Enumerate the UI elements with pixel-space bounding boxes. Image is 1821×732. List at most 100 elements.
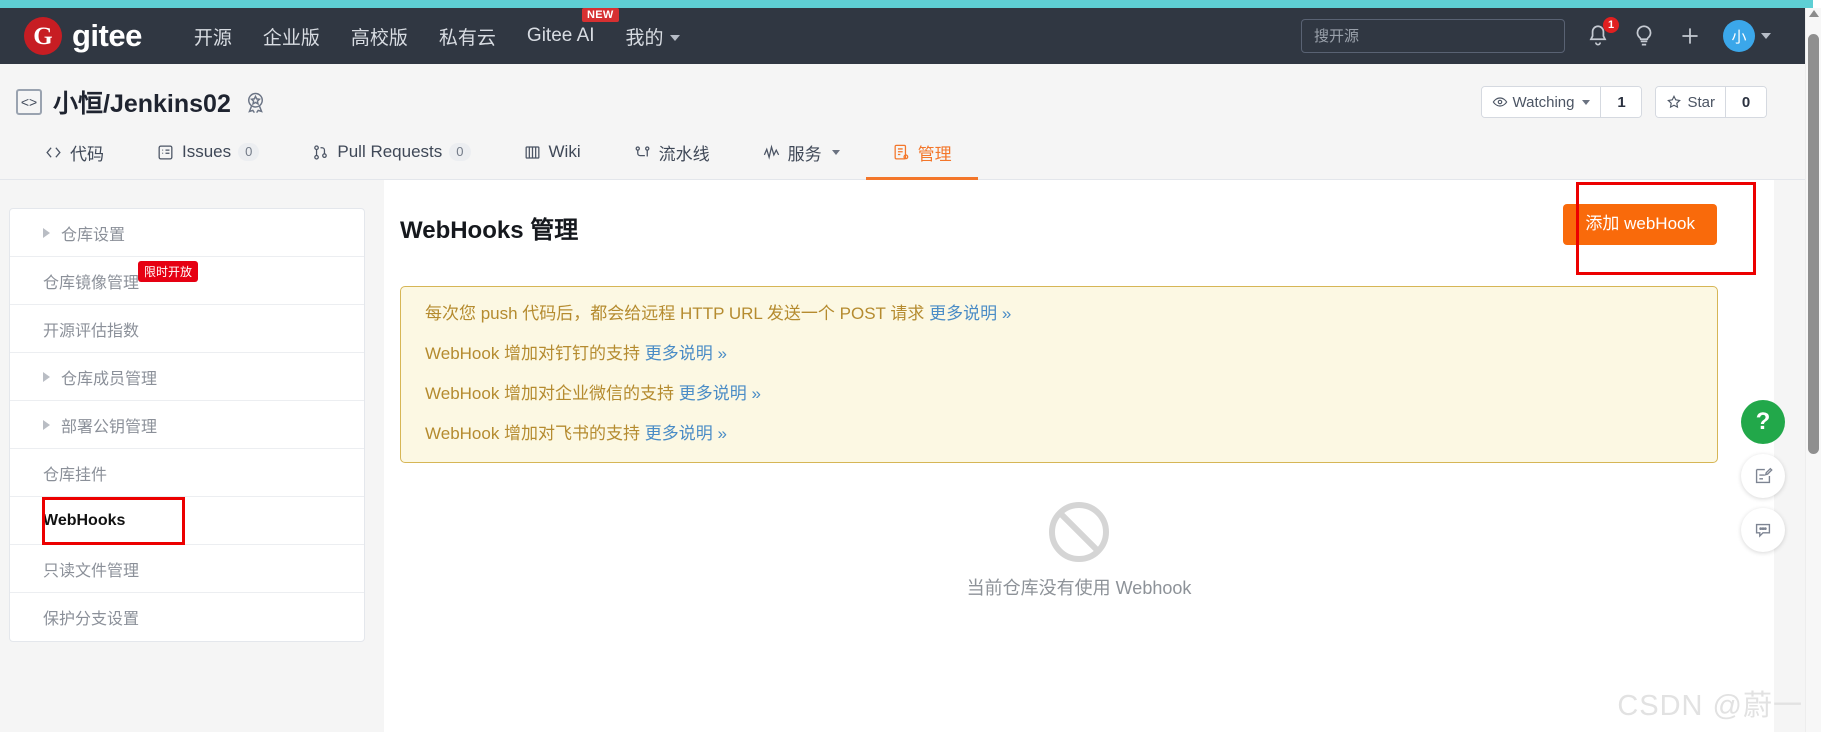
nav-label: 开源 (193, 27, 232, 49)
notice-more-link[interactable]: 更多说明 » (645, 424, 727, 443)
tab-manage[interactable]: 管理 (865, 127, 978, 180)
notification-count-badge: 1 (1603, 17, 1619, 33)
tab-label: 服务 (787, 144, 822, 164)
tab-wiki[interactable]: Wiki (497, 127, 607, 180)
repo-header: <> 小恒/Jenkins02 Watching 1 Star 0 代码 Iss… (0, 64, 1805, 180)
tab-label: Wiki (548, 142, 581, 161)
tab-label: 代码 (70, 144, 104, 164)
tab-issues[interactable]: Issues 0 (130, 127, 285, 180)
watch-button-group[interactable]: Watching 1 (1480, 86, 1643, 118)
sidebar-item-members[interactable]: 仓库成员管理 (10, 353, 364, 401)
manage-icon (894, 144, 908, 159)
chevron-right-icon (43, 419, 50, 430)
code-icon (46, 146, 61, 158)
tab-pull-requests[interactable]: Pull Requests 0 (285, 127, 496, 180)
sidebar-item-label: 保护分支设置 (43, 611, 140, 628)
empty-state-text: 当前仓库没有使用 Webhook (966, 578, 1192, 598)
notice-text: WebHook 增加对飞书的支持 (425, 424, 645, 443)
book-icon (525, 145, 539, 159)
chevron-right-icon (43, 371, 50, 382)
sidebar-item-readonly-files[interactable]: 只读文件管理 (10, 545, 364, 593)
pipeline-icon (635, 145, 650, 156)
gitee-logo-mark: G (24, 17, 62, 55)
limited-time-badge: 限时开放 (138, 261, 199, 282)
gitee-logo[interactable]: G gitee (24, 17, 142, 55)
pull-request-icon (314, 144, 328, 160)
watch-button[interactable]: Watching (1481, 87, 1601, 117)
repo-name[interactable]: 小恒/Jenkins02 (53, 84, 231, 120)
global-nav: 开源 企业版 高校版 私有云 Gitee AI NEW 我的 (194, 8, 680, 50)
medal-badge-icon (242, 89, 269, 116)
nav-item-gitee-ai[interactable]: Gitee AI NEW (526, 8, 619, 47)
create-new-button[interactable] (1677, 23, 1703, 49)
watch-label: Watching (1512, 93, 1575, 111)
vertical-scrollbar[interactable] (1805, 8, 1821, 732)
gitee-logo-text: gitee (72, 18, 142, 53)
nav-item-education[interactable]: 高校版 (351, 23, 408, 50)
edit-note-icon (1755, 467, 1773, 484)
user-menu[interactable]: 小 (1723, 20, 1771, 52)
sidebar-item-webhooks[interactable]: WebHooks (10, 497, 364, 545)
chevron-down-icon (669, 35, 680, 42)
repo-tabs: 代码 Issues 0 Pull Requests 0 Wiki 流水线 服务 … (18, 126, 978, 180)
notice-more-link[interactable]: 更多说明 » (679, 384, 761, 403)
scrollbar-thumb[interactable] (1808, 34, 1819, 454)
nav-label: Gitee AI (526, 25, 595, 46)
scroll-up-arrow-icon[interactable] (1809, 10, 1819, 17)
sidebar-item-widgets[interactable]: 仓库挂件 (10, 449, 364, 497)
comment-button[interactable] (1741, 508, 1785, 552)
sidebar-item-label: 仓库挂件 (43, 466, 108, 484)
notice-line: WebHook 增加对飞书的支持 更多说明 » (425, 425, 1693, 442)
sidebar-item-protected-branches[interactable]: 保护分支设置 (10, 593, 364, 641)
header-actions: 1 小 (1301, 17, 1771, 53)
chevron-down-icon (831, 149, 840, 155)
watch-count[interactable]: 1 (1600, 87, 1642, 117)
notice-text: WebHook 增加对钉钉的支持 (425, 344, 645, 363)
tab-services[interactable]: 服务 (736, 127, 866, 180)
feedback-button[interactable] (1741, 454, 1785, 498)
star-count[interactable]: 0 (1725, 87, 1766, 117)
global-header: G gitee 开源 企业版 高校版 私有云 Gitee AI NEW 我的 搜… (0, 8, 1805, 64)
no-entry-icon (1049, 502, 1109, 562)
notice-more-link[interactable]: 更多说明 » (645, 344, 727, 363)
issue-icon (158, 145, 173, 159)
nav-item-private-cloud[interactable]: 私有云 (439, 23, 496, 50)
tab-code[interactable]: 代码 (18, 127, 130, 180)
tab-label: Pull Requests (337, 142, 443, 161)
nav-item-opensource[interactable]: 开源 (194, 23, 232, 50)
tab-label: Issues (182, 142, 232, 161)
sidebar-item-opensource-index[interactable]: 开源评估指数 (10, 305, 364, 353)
search-input[interactable] (1301, 19, 1565, 53)
nav-item-enterprise[interactable]: 企业版 (263, 23, 320, 50)
tab-count: 0 (449, 142, 471, 162)
watermark: CSDN @蔚一 (1617, 690, 1803, 722)
webhook-info-notice: 每次您 push 代码后，都会给远程 HTTP URL 发送一个 POST 请求… (400, 286, 1718, 463)
star-button[interactable]: Star (1656, 87, 1725, 117)
webhooks-panel: WebHooks 管理 添加 webHook 每次您 push 代码后，都会给远… (384, 180, 1774, 732)
nav-label: 我的 (625, 27, 664, 49)
star-label: Star (1687, 93, 1715, 111)
star-icon (1667, 95, 1682, 109)
nav-label: 高校版 (350, 27, 408, 49)
notice-text: 每次您 push 代码后，都会给远程 HTTP URL 发送一个 POST 请求 (425, 304, 930, 323)
notice-more-link[interactable]: 更多说明 » (929, 304, 1011, 323)
tab-label: 管理 (917, 144, 952, 164)
add-webhook-button[interactable]: 添加 webHook (1563, 204, 1717, 245)
sidebar-item-mirror-management[interactable]: 仓库镜像管理 限时开放 (10, 257, 364, 305)
help-button[interactable]: ? (1741, 400, 1785, 444)
comment-icon (1755, 523, 1771, 538)
suggestion-bulb-button[interactable] (1631, 23, 1657, 49)
floating-action-buttons: ? (1741, 400, 1785, 552)
sidebar-item-label: 部署公钥管理 (61, 418, 158, 436)
notice-line: 每次您 push 代码后，都会给远程 HTTP URL 发送一个 POST 请求… (425, 305, 1693, 322)
tab-pipeline[interactable]: 流水线 (607, 127, 736, 180)
nav-item-mine[interactable]: 我的 (626, 23, 680, 50)
sidebar-item-repo-settings[interactable]: 仓库设置 (10, 209, 364, 257)
eye-icon (1492, 97, 1507, 107)
chevron-right-icon (43, 227, 50, 238)
notifications-button[interactable]: 1 (1585, 17, 1619, 49)
star-button-group[interactable]: Star 0 (1655, 86, 1767, 118)
sidebar-item-label: 开源评估指数 (43, 322, 140, 340)
sidebar-item-deploy-keys[interactable]: 部署公钥管理 (10, 401, 364, 449)
sidebar-item-label: 仓库镜像管理 (43, 274, 140, 292)
